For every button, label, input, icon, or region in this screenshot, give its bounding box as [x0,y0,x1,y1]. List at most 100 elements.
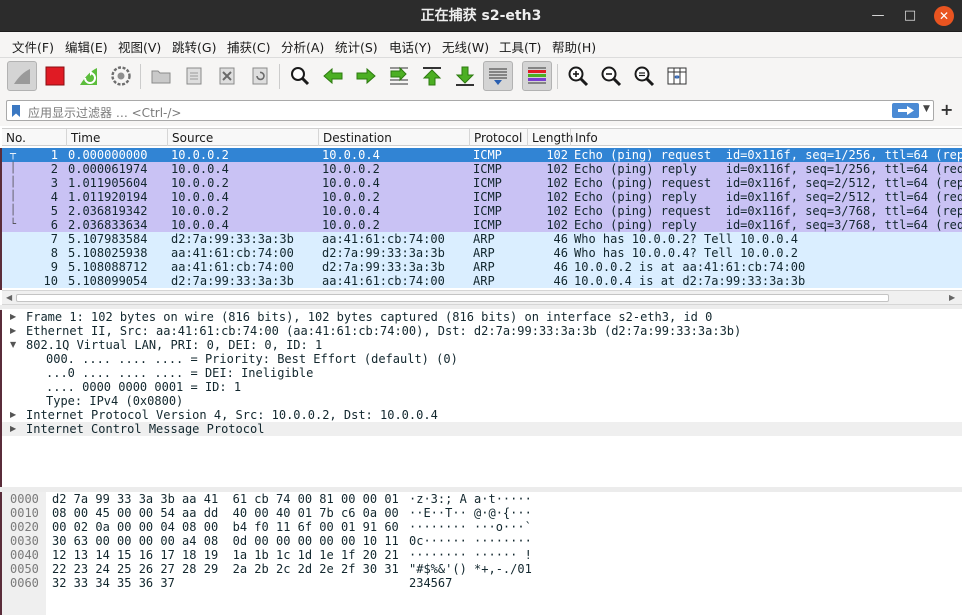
detail-tree-item[interactable]: ...0 .... .... .... = DEI: Ineligible [2,366,962,380]
bytes-hex: 22 23 24 25 26 27 28 29 2a 2b 2c 2d 2e 2… [52,562,399,576]
packet-row[interactable]: 3 1.011905604 10.0.0.2 10.0.0.4 ICMP 102 Echo … [2,176,962,190]
packet-row[interactable]: 6 2.036833634 10.0.0.4 10.0.0.2 ICMP 102 Echo … [2,218,962,232]
cell-time: 1.011920194 [68,190,148,204]
column-header-protocol[interactable]: Protocol [469,129,527,146]
first-packet-icon[interactable] [417,61,447,91]
maximize-button[interactable]: □ [900,6,920,26]
bytes-row[interactable]: 0060 32 33 34 35 36 37 234567 [2,576,962,590]
zoom-normal-icon[interactable] [629,61,659,91]
scrollbar-thumb[interactable] [16,294,889,302]
detail-tree-item[interactable]: ▶ Internet Protocol Version 4, Src: 10.0.… [2,408,962,422]
shark-fin-start-icon[interactable] [7,61,37,91]
detail-tree-item[interactable]: .... 0000 0000 0001 = ID: 1 [2,380,962,394]
bytes-row[interactable]: 0000 d2 7a 99 33 3a 3b aa 41 61 cb 74 00 … [2,492,962,506]
colorize-icon[interactable] [522,61,552,91]
bytes-row[interactable]: 0040 12 13 14 15 16 17 18 19 1a 1b 1c 1d … [2,548,962,562]
menu-bar: 文件(F) 编辑(E) 视图(V) 跳转(G) 捕获(C) 分析(A) 统计(S… [0,32,962,58]
bookmark-icon[interactable] [11,104,21,121]
bytes-row[interactable]: 0010 08 00 45 00 00 54 aa dd 40 00 40 01 … [2,506,962,520]
autoscroll-icon[interactable] [483,61,513,91]
bytes-ascii: 0c······ ········ [409,534,532,548]
go-back-arrow-icon[interactable] [318,61,348,91]
search-magnifier-icon[interactable] [285,61,315,91]
scroll-left-icon[interactable]: ◀ [6,293,12,302]
cell-length: 102 [546,148,568,162]
packet-row[interactable]: 9 5.108088712 aa:41:61:cb:74:00 d2:7a:99:33… [2,260,962,274]
menu-capture[interactable]: 捕获(C) [227,37,270,56]
minimize-button[interactable]: — [868,6,888,26]
menu-telephony[interactable]: 电话(Y) [389,37,431,56]
menu-file[interactable]: 文件(F) [12,37,54,56]
menu-wireless[interactable]: 无线(W) [442,37,489,56]
zoom-out-icon[interactable] [596,61,626,91]
detail-tree-item[interactable]: 000. .... .... .... = Priority: Best Eff… [2,352,962,366]
bytes-row[interactable]: 0050 22 23 24 25 26 27 28 29 2a 2b 2c 2d … [2,562,962,576]
column-header-no[interactable]: No. [2,129,66,146]
tree-collapsed-icon[interactable]: ▶ [10,422,16,436]
bytes-offset: 0060 [10,576,39,590]
last-packet-icon[interactable] [450,61,480,91]
menu-tools[interactable]: 工具(T) [499,37,541,56]
capture-options-gear-icon[interactable] [106,61,136,91]
menu-edit[interactable]: 编辑(E) [65,37,108,56]
packet-row[interactable]: 2 0.000061974 10.0.0.4 10.0.0.2 ICMP 102 Echo … [2,162,962,176]
zoom-in-icon[interactable] [563,61,593,91]
display-filter-input[interactable]: 应用显示过滤器 … <Ctrl-/> ▼ [6,100,934,121]
menu-analyze[interactable]: 分析(A) [281,37,324,56]
packet-list-header: No. Time Source Destination Protocol Len… [2,128,962,146]
tree-expanded-icon[interactable]: ▼ [10,338,16,352]
tree-collapsed-icon[interactable]: ▶ [10,324,16,338]
bytes-row[interactable]: 0020 00 02 0a 00 00 04 08 00 b4 f0 11 6f … [2,520,962,534]
go-to-packet-icon[interactable] [384,61,414,91]
menu-help[interactable]: 帮助(H) [552,37,596,56]
close-button[interactable]: ✕ [934,6,954,26]
apply-arrow-icon[interactable] [892,103,919,118]
close-file-icon[interactable] [212,61,242,91]
cell-destination: d2:7a:99:33:3a:3b [322,260,445,274]
cell-info: 10.0.0.2 is at aa:41:61:cb:74:00 [574,260,806,274]
menu-go[interactable]: 跳转(G) [172,37,216,56]
packet-row[interactable]: 8 5.108025938 aa:41:61:cb:74:00 d2:7a:99:33… [2,246,962,260]
bytes-hex: 08 00 45 00 00 54 aa dd 40 00 40 01 7b c… [52,506,399,520]
chevron-down-icon[interactable]: ▼ [923,104,930,114]
cell-info: Echo (ping) reply id=0x116f, seq=3/768, … [574,218,962,232]
menu-statistics[interactable]: 统计(S) [335,37,378,56]
cell-length: 102 [546,218,568,232]
save-file-icon[interactable] [179,61,209,91]
open-folder-icon[interactable] [146,61,176,91]
cell-protocol: ICMP [473,162,502,176]
resize-columns-icon[interactable] [662,61,692,91]
stop-square-icon[interactable] [40,61,70,91]
packet-row[interactable]: 1 0.000000000 10.0.0.2 10.0.0.4 ICMP 102 Echo … [2,148,962,162]
detail-tree-item[interactable]: ▼ 802.1Q Virtual LAN, PRI: 0, DEI: 0, ID:… [2,338,962,352]
bytes-offset: 0000 [10,492,39,506]
cell-protocol: ICMP [473,204,502,218]
column-header-time[interactable]: Time [66,129,167,146]
scroll-right-icon[interactable]: ▶ [949,293,955,302]
bytes-row[interactable]: 0030 30 63 00 00 00 00 a4 08 0d 00 00 00 … [2,534,962,548]
packet-row[interactable]: 4 1.011920194 10.0.0.4 10.0.0.2 ICMP 102 Echo … [2,190,962,204]
detail-tree-item[interactable]: ▶ Frame 1: 102 bytes on wire (816 bits), … [2,310,962,324]
packet-list-horizontal-scrollbar[interactable]: ◀ ▶ [2,290,962,305]
cell-info: Echo (ping) request id=0x116f, seq=1/256… [574,148,962,162]
filter-placeholder: 应用显示过滤器 … <Ctrl-/> [28,106,182,120]
add-filter-button[interactable]: + [940,100,953,119]
column-header-info[interactable]: Info [570,129,962,146]
tree-collapsed-icon[interactable]: ▶ [10,408,16,422]
detail-tree-item[interactable]: ▶ Ethernet II, Src: aa:41:61:cb:74:00 (aa… [2,324,962,338]
column-header-source[interactable]: Source [167,129,318,146]
detail-tree-item[interactable]: ▶ Internet Control Message Protocol [2,422,962,436]
window-titlebar: 正在捕获 s2-eth3 — □ ✕ [0,0,962,32]
menu-view[interactable]: 视图(V) [118,37,161,56]
reload-icon[interactable] [245,61,275,91]
packet-row[interactable]: 10 5.108099054 d2:7a:99:33:3a:3b aa:41:61:c… [2,274,962,288]
column-header-destination[interactable]: Destination [318,129,469,146]
column-header-length[interactable]: Length [527,129,573,146]
cell-info: Echo (ping) reply id=0x116f, seq=2/512, … [574,190,962,204]
packet-row[interactable]: 7 5.107983584 d2:7a:99:33:3a:3b aa:41:61:cb… [2,232,962,246]
detail-tree-item[interactable]: Type: IPv4 (0x0800) [2,394,962,408]
go-forward-arrow-icon[interactable] [351,61,381,91]
tree-collapsed-icon[interactable]: ▶ [10,310,16,324]
packet-row[interactable]: 5 2.036819342 10.0.0.2 10.0.0.4 ICMP 102 Echo … [2,204,962,218]
restart-capture-icon[interactable] [73,61,103,91]
